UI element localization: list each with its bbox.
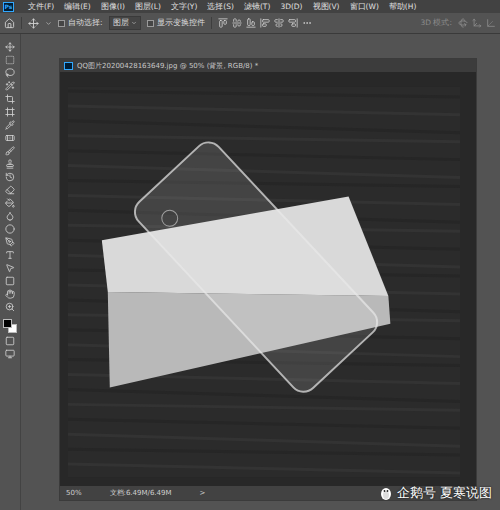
status-menu-arrow[interactable]: > (200, 489, 206, 497)
select-value: 图层 (113, 18, 129, 28)
menu-item[interactable]: 图层(L) (131, 2, 165, 12)
menu-item[interactable]: 图像(I) (97, 2, 129, 12)
menu-item[interactable]: 选择(S) (203, 2, 238, 12)
align-buttons (218, 18, 312, 28)
blur-tool-icon[interactable] (5, 211, 15, 221)
document-info: 文档:6.49M/6.49M (110, 488, 172, 498)
photoshop-window: Ps 文件(F)编辑(E)图像(I)图层(L)文字(Y)选择(S)滤镜(T)3D(… (0, 0, 500, 510)
frame-tool-icon[interactable] (5, 107, 15, 117)
workspace: QQ图片20200428163649.jpg @ 50% (背景, RGB/8)… (21, 34, 500, 510)
lasso-tool-icon[interactable] (5, 68, 15, 78)
paint-bucket-tool-icon[interactable] (5, 198, 15, 208)
clone-stamp-tool-icon[interactable] (5, 159, 15, 169)
checkbox-label: 自动选择: (68, 18, 103, 28)
marquee-tool-icon[interactable] (5, 55, 15, 65)
document-title: QQ图片20200428163649.jpg @ 50% (背景, RGB/8)… (77, 61, 258, 71)
more-icon[interactable] (302, 18, 312, 28)
penguin-icon (379, 486, 393, 500)
dropdown-arrow-icon[interactable] (45, 20, 52, 27)
3d-mode-buttons (458, 18, 496, 28)
color-swatches[interactable] (3, 319, 17, 333)
rotate-3d-icon[interactable] (458, 18, 468, 28)
zoom-tool-icon[interactable] (5, 302, 15, 312)
document-window[interactable]: QQ图片20200428163649.jpg @ 50% (背景, RGB/8)… (59, 58, 477, 501)
watermark: 企鹅号 夏寒说图 (379, 484, 492, 502)
menu-item[interactable]: 窗口(W) (346, 2, 383, 12)
type-tool-icon[interactable] (5, 250, 15, 260)
move-tool-icon[interactable] (28, 18, 39, 29)
menu-item[interactable]: 滤镜(T) (240, 2, 274, 12)
toolbox (0, 34, 21, 510)
magic-wand-tool-icon[interactable] (5, 81, 15, 91)
hand-tool-icon[interactable] (5, 289, 15, 299)
history-brush-tool-icon[interactable] (5, 172, 15, 182)
checkbox[interactable] (147, 20, 154, 27)
healing-brush-tool-icon[interactable] (5, 133, 15, 143)
separator (21, 17, 22, 29)
move-tool-icon[interactable] (5, 42, 15, 52)
menu-bar: Ps 文件(F)编辑(E)图像(I)图层(L)文字(Y)选择(S)滤镜(T)3D(… (0, 0, 500, 13)
zoom-level[interactable]: 50% (66, 489, 82, 497)
checkbox[interactable] (58, 20, 65, 27)
align-center-icon[interactable] (274, 18, 284, 28)
move-3d-icon[interactable] (472, 18, 482, 28)
quick-mask-icon[interactable] (5, 336, 15, 346)
options-bar: 自动选择: 图层 显示变换控件 3D 模式: (0, 13, 500, 34)
dodge-tool-icon[interactable] (5, 224, 15, 234)
target-select[interactable]: 图层 (109, 16, 141, 30)
pen-tool-icon[interactable] (5, 237, 15, 247)
eraser-tool-icon[interactable] (5, 185, 15, 195)
foreground-color[interactable] (3, 319, 12, 328)
separator (211, 17, 212, 29)
crop-tool-icon[interactable] (5, 94, 15, 104)
ps-logo[interactable]: Ps (3, 2, 14, 12)
align-bottom-icon[interactable] (246, 18, 256, 28)
rectangle-tool-icon[interactable] (5, 276, 15, 286)
menu-item[interactable]: 视图(V) (309, 2, 344, 12)
3d-mode-label: 3D 模式: (421, 18, 452, 28)
watermark-text: 企鹅号 夏寒说图 (397, 484, 492, 502)
auto-select-option[interactable]: 自动选择: (58, 18, 103, 28)
show-transform-option[interactable]: 显示变换控件 (147, 18, 205, 28)
path-select-tool-icon[interactable] (5, 263, 15, 273)
align-right-icon[interactable] (288, 18, 298, 28)
menu-item[interactable]: 文件(F) (24, 2, 58, 12)
screen-mode-icon[interactable] (5, 349, 15, 359)
home-icon[interactable] (4, 18, 15, 29)
eyedropper-tool-icon[interactable] (5, 120, 15, 130)
document-tab[interactable]: QQ图片20200428163649.jpg @ 50% (背景, RGB/8)… (60, 59, 476, 72)
canvas-area[interactable] (60, 72, 476, 486)
align-top-icon[interactable] (218, 18, 228, 28)
checkbox-label: 显示变换控件 (157, 18, 205, 28)
document-icon (64, 62, 73, 70)
brush-tool-icon[interactable] (5, 146, 15, 156)
menu-item[interactable]: 编辑(E) (60, 2, 95, 12)
menu-item[interactable]: 帮助(H) (385, 2, 421, 12)
menu-item[interactable]: 文字(Y) (167, 2, 201, 12)
align-middle-icon[interactable] (232, 18, 242, 28)
chevron-down-icon (131, 20, 137, 26)
menu-item[interactable]: 3D(D) (276, 2, 306, 11)
photo-image (68, 86, 460, 478)
axis-3d-icon[interactable] (486, 18, 496, 28)
align-left-icon[interactable] (260, 18, 270, 28)
